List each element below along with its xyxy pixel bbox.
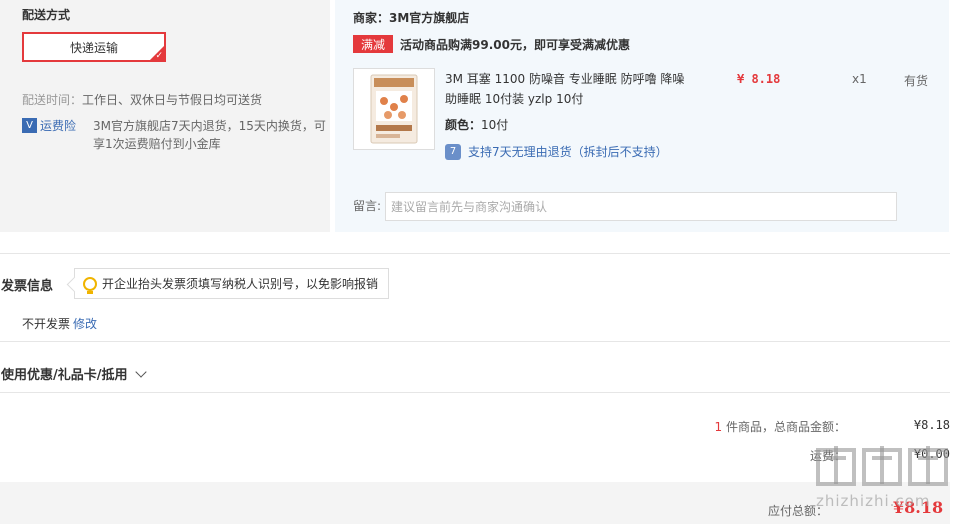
product-color: 颜色：10付 [445,116,508,133]
note-input[interactable] [385,192,897,221]
invoice-edit-link[interactable]: 修改 [73,315,97,332]
product-image[interactable] [353,68,435,150]
invoice-state: 不开发票 [22,317,71,331]
coupon-toggle[interactable]: 使用优惠/礼品卡/抵用 [1,364,147,383]
return-policy: 7 支持7天无理由退货（拆封后不支持） [445,143,668,160]
items-total-text: 件商品，总商品金额： [722,420,846,434]
items-total-label: 1 件商品，总商品金额： [715,418,846,435]
store-name: 商家：3M官方旗舰店 [353,11,470,25]
product-title[interactable]: 3M 耳塞 1100 防噪音 专业睡眠 防呼噜 降噪助睡眠 10付装 yzlp … [445,69,695,109]
earplug-package-icon [370,74,418,144]
promo-text: 活动商品购满99.00元，即可享受满减优惠 [400,38,630,52]
note-label: 留言: [353,199,382,213]
return-policy-text: 支持7天无理由退货（拆封后不支持） [468,145,668,159]
insurance-description: 3M官方旗舰店7天内退货，15天内换货，可享1次运费赔付到小金库 [93,119,326,151]
invoice-tip-text: 开企业抬头发票须填写纳税人识别号，以免影响报销 [102,277,379,291]
items-total-amount: ¥8.18 [913,418,950,432]
items-total-row: 1 件商品，总商品金额： ¥8.18 [715,418,950,435]
store-panel: 商家：3M官方旗舰店 满减 活动商品购满99.00元，即可享受满减优惠 3M 耳… [335,0,949,232]
shipping-option-express[interactable]: 快递运输 ✓ [22,32,166,62]
invoice-title: 发票信息 [1,279,54,294]
divider [0,392,950,393]
check-icon: ✓ [155,51,163,61]
product-quantity: x1 [852,72,867,86]
insurance-link[interactable]: 运费险 [40,117,76,134]
zhi-logo-icon [816,446,948,486]
invoice-tip: 开企业抬头发票须填写纳税人识别号，以免影响报销 [74,268,390,299]
shipping-panel: 配送方式 快递运输 ✓ 配送时间：工作日、双休日与节假日均可送货 V 运费险 3… [0,0,330,232]
watermark-text: zhizhizhi.com [816,492,931,510]
insurance-shield-icon: V [22,118,37,133]
product-price: ¥ 8.18 [737,72,781,86]
product-color-label: 颜色： [445,118,482,132]
stock-status: 有货 [904,74,929,88]
shipping-insurance: V 运费险 3M官方旗舰店7天内退货，15天内换货，可享1次运费赔付到小金库 [22,117,326,151]
return-7days-icon: 7 [445,143,461,160]
delivery-time-label: 配送时间： [22,93,83,107]
product-color-value: 10付 [481,118,509,132]
divider [0,341,950,342]
shipping-title: 配送方式 [22,8,71,22]
shipping-option-label: 快递运输 [69,40,118,55]
coupon-title: 使用优惠/礼品卡/抵用 [1,368,128,383]
delivery-time-value: 工作日、双休日与节假日均可送货 [82,93,263,107]
lightbulb-icon [83,276,97,294]
chevron-down-icon [134,365,147,378]
divider [0,253,950,254]
promo-badge: 满减 [353,35,393,53]
delivery-time: 配送时间：工作日、双休日与节假日均可送货 [22,91,262,108]
